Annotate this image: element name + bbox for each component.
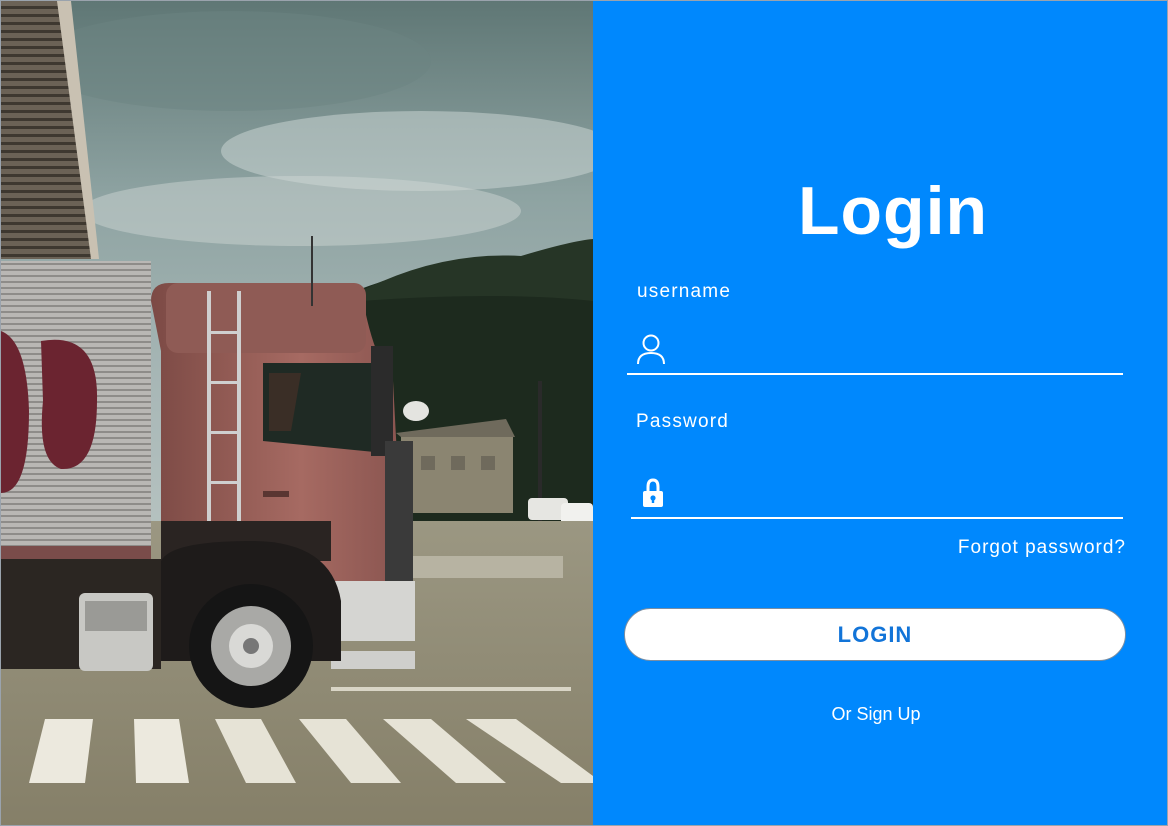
username-label: username bbox=[637, 281, 732, 302]
user-icon bbox=[635, 333, 667, 367]
page-title: Login bbox=[797, 173, 989, 249]
password-field-container bbox=[631, 473, 1123, 519]
login-window: Login username Password Forgot password?… bbox=[0, 0, 1168, 826]
login-button[interactable]: LOGIN bbox=[624, 608, 1126, 661]
username-field-container bbox=[627, 329, 1123, 375]
username-input[interactable] bbox=[679, 333, 1113, 369]
truck-photo bbox=[1, 1, 593, 825]
forgot-password-link[interactable]: Forgot password? bbox=[958, 537, 1126, 559]
signup-link[interactable]: Or Sign Up bbox=[593, 704, 1159, 725]
login-panel: Login username Password Forgot password?… bbox=[593, 1, 1167, 825]
password-label: Password bbox=[636, 411, 730, 432]
lock-icon bbox=[639, 477, 671, 511]
password-input[interactable] bbox=[683, 477, 1117, 513]
